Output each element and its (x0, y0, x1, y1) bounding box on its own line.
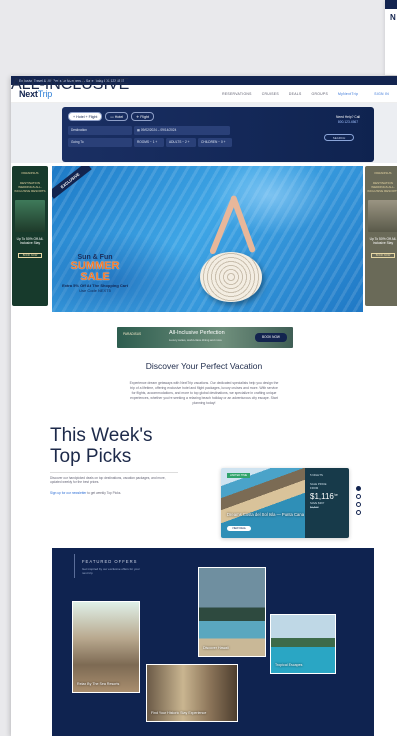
hero-image-hat (200, 252, 262, 302)
search-panel: + Hotel + Flight ▭ Hotel ✈ Flight Destin… (62, 107, 374, 162)
newsletter-link[interactable]: Sign up for our newsletter (50, 491, 86, 495)
rooms-stepper[interactable]: ROOMS − 1 + (134, 138, 164, 147)
hero-line2: Use Code NEXT5 (79, 288, 111, 293)
background-window: N (385, 0, 397, 75)
hero-title: SUMMER SALE (70, 260, 120, 283)
banner-title: All-Inclusive Perfection (169, 330, 225, 336)
adults-stepper[interactable]: ADULTS − 2 + (166, 138, 196, 147)
destination-field[interactable]: Destination (68, 126, 132, 135)
page-content: + Hotel + Flight ▭ Hotel ✈ Flight Destin… (11, 76, 397, 736)
side-ad-left[interactable]: PARADISUS DESTINATION WEDDINGS ALL-INCLU… (12, 166, 48, 306)
carousel-dot[interactable] (356, 502, 361, 507)
promo-banner[interactable]: PARADISUS All-Inclusive Perfection Luxur… (117, 327, 293, 348)
agent-phone[interactable]: 800.123.4567 (336, 120, 360, 125)
featured-tile[interactable]: Tropical Escapes (270, 614, 336, 674)
deal-card[interactable]: LIMITED TIME Dreams Costa del Sol Isla —… (221, 468, 349, 538)
search-tabs: + Hotel + Flight ▭ Hotel ✈ Flight (68, 112, 154, 121)
side-ad-right[interactable]: PARADISUS DESTINATION WEDDINGS ALL-INCLU… (365, 166, 397, 306)
side-ad-right-image (368, 199, 397, 232)
children-stepper[interactable]: CHILDREN − 0 + (198, 138, 232, 147)
featured-tile[interactable]: Find Your Historic Stay Experience (146, 664, 238, 722)
agent-label: Need Help? Call (335, 115, 360, 119)
featured-divider (74, 554, 75, 578)
side-ad-left-button[interactable]: BOOK NOW (18, 253, 42, 259)
tab-hotel-flight[interactable]: + Hotel + Flight (68, 112, 103, 121)
featured-tile[interactable]: Relax By The Sea Resorts (72, 601, 140, 693)
search-button[interactable]: SEARCH (324, 134, 354, 141)
featured-label: FEATURED OFFERS (82, 559, 138, 564)
carousel-dot[interactable] (356, 510, 361, 515)
carousel-dots (356, 486, 361, 518)
going-to-field[interactable]: Going To (68, 138, 132, 147)
side-ad-right-brand: PARADISUS (374, 171, 392, 175)
top-picks-description: Discover our handpicked deals on top des… (50, 476, 166, 485)
deal-old-price: $1,513 (310, 504, 319, 509)
hero-sale-text: Sun & Fun SUMMER SALE Extra 5% Off At Th… (56, 254, 134, 293)
banner-subtitle: Luxury suites, world-class dining and mo… (169, 338, 222, 342)
background-window-header (385, 0, 397, 9)
featured-subtitle: Get inspired by our exclusive offers for… (82, 567, 140, 576)
divider (50, 472, 178, 473)
banner-brand: PARADISUS (123, 332, 142, 336)
deal-vertical-label: ALL-INCLUSIVE (11, 76, 130, 93)
view-deal-button[interactable]: VIEW DEAL (227, 526, 252, 532)
carousel-dot[interactable] (356, 486, 361, 491)
deal-title: Dreams Costa del Sol Isla — Punta Cana (227, 512, 305, 517)
side-ad-left-title: DESTINATION WEDDINGS ALL-INCLUSIVE RESOR… (14, 180, 46, 193)
deal-pricing: 5 NIGHTS SALE PRICE FROM $1,116/pp SAVE … (305, 468, 349, 538)
newsletter-line: Sign up for our newsletter to get weekly… (50, 491, 122, 495)
deal-nights: 5 NIGHTS (310, 473, 323, 477)
banner-book-button[interactable]: BOOK NOW (255, 333, 287, 342)
side-ad-right-promo: Up To 50% Off All-Inclusive Stay (369, 236, 397, 245)
background-window-letter: N (390, 13, 396, 22)
deal-tag: LIMITED TIME (227, 473, 251, 478)
hero-ribbon: EXCLUSIVE (52, 166, 92, 199)
side-ad-left-brand: PARADISUS (21, 171, 39, 175)
discover-heading: Discover Your Perfect Vacation (145, 361, 263, 371)
dates-field[interactable]: ▦ 09/02/2024 – 09/14/2024 (134, 126, 230, 135)
side-ad-right-title: DESTINATION WEDDINGS ALL-INCLUSIVE RESOR… (367, 180, 397, 193)
tab-hotel[interactable]: ▭ Hotel (105, 112, 129, 121)
discover-text: Experience dream getaways with NextTrip … (129, 381, 279, 405)
side-ad-right-button[interactable]: BOOK NOW (371, 253, 395, 259)
side-ad-left-image (15, 199, 45, 232)
top-picks-heading: This Week's Top Picks (50, 425, 153, 468)
tab-flight[interactable]: ✈ Flight (131, 112, 154, 121)
featured-tile[interactable]: Discover Hawaii (198, 567, 266, 657)
agent-contact: Need Help? Call 800.123.4567 (336, 115, 360, 124)
hero-image-leg (229, 194, 257, 254)
carousel-dot[interactable] (356, 494, 361, 499)
side-ad-left-promo: Up To 50% Off All-Inclusive Stay (16, 236, 44, 245)
hero-banner[interactable]: EXCLUSIVE Sun & Fun SUMMER SALE Extra 5%… (52, 166, 363, 312)
featured-offers: FEATURED OFFERS Get inspired by our excl… (52, 548, 374, 736)
